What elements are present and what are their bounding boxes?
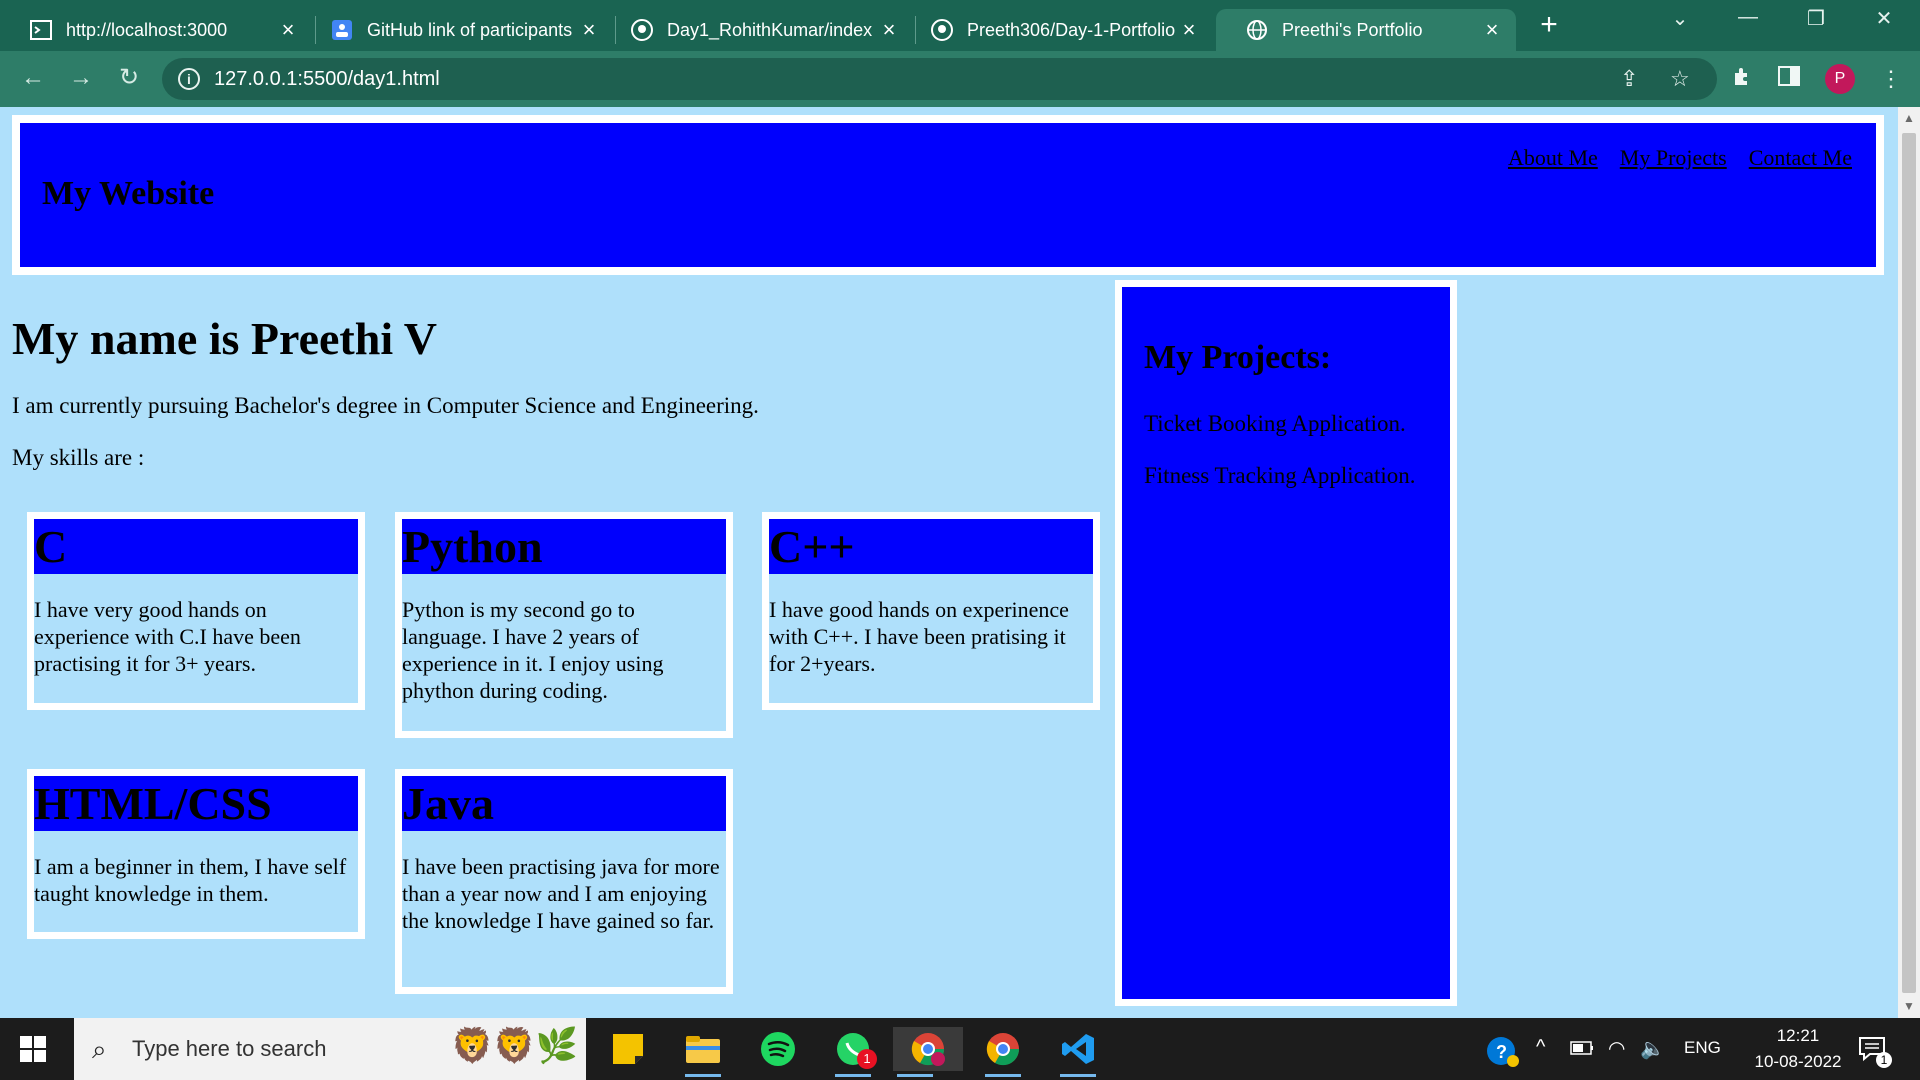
vertical-scrollbar[interactable]: ▲ ▼ bbox=[1898, 107, 1920, 1018]
project-item: Fitness Tracking Application. bbox=[1144, 463, 1416, 488]
tab-title: Preethi's Portfolio bbox=[1282, 19, 1423, 40]
nav-link-my-projects[interactable]: My Projects bbox=[1620, 145, 1727, 171]
info-icon[interactable]: i bbox=[178, 68, 200, 90]
project-item: Ticket Booking Application. bbox=[1144, 411, 1406, 436]
scroll-down-arrow-icon[interactable]: ▼ bbox=[1898, 999, 1920, 1013]
address-bar[interactable]: i 127.0.0.1:5500/day1.html ⇪ ☆ bbox=[162, 58, 1717, 100]
file-explorer-icon[interactable] bbox=[681, 1027, 725, 1077]
tab-day1-rohith[interactable]: Day1_RohithKumar/index × bbox=[601, 9, 913, 51]
notification-badge: 1 bbox=[1876, 1052, 1892, 1068]
skill-card-title: Java bbox=[402, 776, 726, 831]
tab-preethis-portfolio[interactable]: Preethi's Portfolio × bbox=[1216, 9, 1516, 51]
windows-taskbar: ⌕ Type here to search 🦁🦁🌿 1 ? ^ ◠ 🔈 ENG … bbox=[0, 1018, 1920, 1080]
clock-time[interactable]: 12:21 bbox=[1760, 1026, 1836, 1046]
skill-card-html-css: HTML/CSS I am a beginner in them, I have… bbox=[27, 769, 365, 939]
skill-card-title: Python bbox=[402, 519, 726, 574]
skill-card-text: I am a beginner in them, I have self tau… bbox=[34, 854, 347, 906]
search-highlight-lion-icon: 🦁🦁🌿 bbox=[450, 1027, 578, 1065]
url-text[interactable]: 127.0.0.1:5500/day1.html bbox=[214, 68, 440, 91]
help-icon[interactable]: ? bbox=[1486, 1034, 1520, 1073]
close-icon[interactable]: × bbox=[1175, 19, 1203, 41]
search-placeholder: Type here to search bbox=[132, 1036, 327, 1061]
tab-title: GitHub link of participants bbox=[367, 19, 573, 40]
new-tab-button[interactable]: + bbox=[1534, 10, 1564, 40]
webpage-viewport: My Website About Me My Projects Contact … bbox=[0, 107, 1898, 1018]
tab-strip: http://localhost:3000 × GitHub link of p… bbox=[0, 0, 1920, 51]
taskbar-search-box[interactable]: ⌕ Type here to search 🦁🦁🌿 bbox=[74, 1018, 586, 1080]
skill-card-title: C++ bbox=[769, 519, 1093, 574]
close-icon[interactable]: × bbox=[274, 19, 302, 41]
notification-center-icon[interactable]: 1 bbox=[1858, 1034, 1892, 1073]
skill-card-text: I have good hands on experinence with C+… bbox=[769, 597, 1069, 676]
skill-card-text: I have very good hands on experience wit… bbox=[34, 597, 301, 676]
site-header: My Website About Me My Projects Contact … bbox=[12, 115, 1884, 275]
github-icon bbox=[931, 19, 953, 41]
share-icon[interactable]: ⇪ bbox=[1620, 66, 1638, 92]
skill-card-java: Java I have been practising java for mor… bbox=[395, 769, 733, 994]
projects-sidebar: My Projects: Ticket Booking Application.… bbox=[1115, 280, 1457, 1006]
tab-title: http://localhost:3000 bbox=[66, 19, 228, 40]
terminal-icon bbox=[30, 19, 52, 41]
globe-icon bbox=[1246, 19, 1268, 41]
whatsapp-icon[interactable]: 1 bbox=[831, 1027, 877, 1077]
whatsapp-badge: 1 bbox=[857, 1049, 877, 1069]
skill-card-c: C I have very good hands on experience w… bbox=[27, 512, 365, 710]
nav-link-contact-me[interactable]: Contact Me bbox=[1749, 145, 1852, 171]
search-icon: ⌕ bbox=[92, 1034, 107, 1064]
skill-card-text: I have been practising java for more tha… bbox=[402, 854, 720, 933]
scroll-up-arrow-icon[interactable]: ▲ bbox=[1898, 111, 1920, 125]
kebab-menu-icon[interactable]: ⋮ bbox=[1880, 65, 1902, 93]
site-title: My Website bbox=[42, 175, 215, 212]
bookmark-star-icon[interactable]: ☆ bbox=[1670, 66, 1690, 92]
extensions-icon[interactable] bbox=[1731, 65, 1755, 96]
side-panel-icon[interactable] bbox=[1778, 65, 1800, 94]
show-hidden-icons-chevron-icon[interactable]: ^ bbox=[1536, 1036, 1545, 1059]
battery-icon[interactable] bbox=[1570, 1040, 1594, 1061]
reload-button[interactable]: ↻ bbox=[114, 63, 144, 93]
projects-title: My Projects: bbox=[1144, 339, 1332, 376]
skill-card-cpp: C++ I have good hands on experinence wit… bbox=[762, 512, 1100, 710]
chrome-profile-icon[interactable] bbox=[893, 1027, 963, 1077]
intro-paragraph: I am currently pursuing Bachelor's degre… bbox=[12, 393, 759, 418]
close-icon[interactable]: × bbox=[575, 19, 603, 41]
restore-button[interactable]: ❐ bbox=[1796, 6, 1836, 31]
skill-card-text: Python is my second go to language. I ha… bbox=[402, 597, 664, 703]
windows-start-icon[interactable] bbox=[20, 1036, 46, 1062]
nav-link-about-me[interactable]: About Me bbox=[1508, 145, 1598, 171]
language-indicator[interactable]: ENG bbox=[1684, 1038, 1721, 1058]
skill-card-python: Python Python is my second go to languag… bbox=[395, 512, 733, 738]
spotify-icon[interactable] bbox=[756, 1027, 800, 1071]
skills-label: My skills are : bbox=[12, 445, 145, 470]
skill-card-title: HTML/CSS bbox=[34, 776, 358, 831]
back-button[interactable]: ← bbox=[18, 63, 48, 93]
tab-github-link[interactable]: GitHub link of participants × bbox=[301, 9, 613, 51]
scrollbar-thumb[interactable] bbox=[1902, 133, 1916, 993]
document-icon bbox=[331, 19, 353, 41]
close-window-button[interactable]: ✕ bbox=[1864, 6, 1904, 31]
skill-card-title: C bbox=[34, 519, 358, 574]
tab-localhost[interactable]: http://localhost:3000 × bbox=[0, 9, 312, 51]
address-toolbar: ← → ↻ i 127.0.0.1:5500/day1.html ⇪ ☆ P ⋮ bbox=[0, 51, 1920, 107]
close-icon[interactable]: × bbox=[1478, 19, 1506, 41]
github-icon bbox=[631, 19, 653, 41]
tab-preeth306[interactable]: Preeth306/Day-1-Portfolio × bbox=[901, 9, 1213, 51]
tab-title: Preeth306/Day-1-Portfolio bbox=[967, 19, 1175, 40]
tab-search-chevron-icon[interactable]: ⌄ bbox=[1660, 6, 1700, 31]
volume-icon[interactable]: 🔈 bbox=[1640, 1036, 1665, 1061]
chrome-icon[interactable] bbox=[981, 1027, 1025, 1077]
minimize-button[interactable]: — bbox=[1728, 6, 1768, 29]
svg-text:?: ? bbox=[1496, 1042, 1507, 1062]
wifi-icon[interactable]: ◠ bbox=[1608, 1036, 1625, 1061]
site-nav: About Me My Projects Contact Me bbox=[1508, 145, 1852, 171]
tab-title: Day1_RohithKumar/index bbox=[667, 19, 873, 40]
sticky-notes-icon[interactable] bbox=[606, 1027, 650, 1071]
close-icon[interactable]: × bbox=[875, 19, 903, 41]
page-heading: My name is Preethi V bbox=[12, 313, 438, 364]
forward-button[interactable]: → bbox=[66, 63, 96, 93]
profile-avatar[interactable]: P bbox=[1825, 64, 1855, 94]
clock-date[interactable]: 10-08-2022 bbox=[1740, 1052, 1856, 1072]
vscode-icon[interactable] bbox=[1056, 1027, 1100, 1077]
